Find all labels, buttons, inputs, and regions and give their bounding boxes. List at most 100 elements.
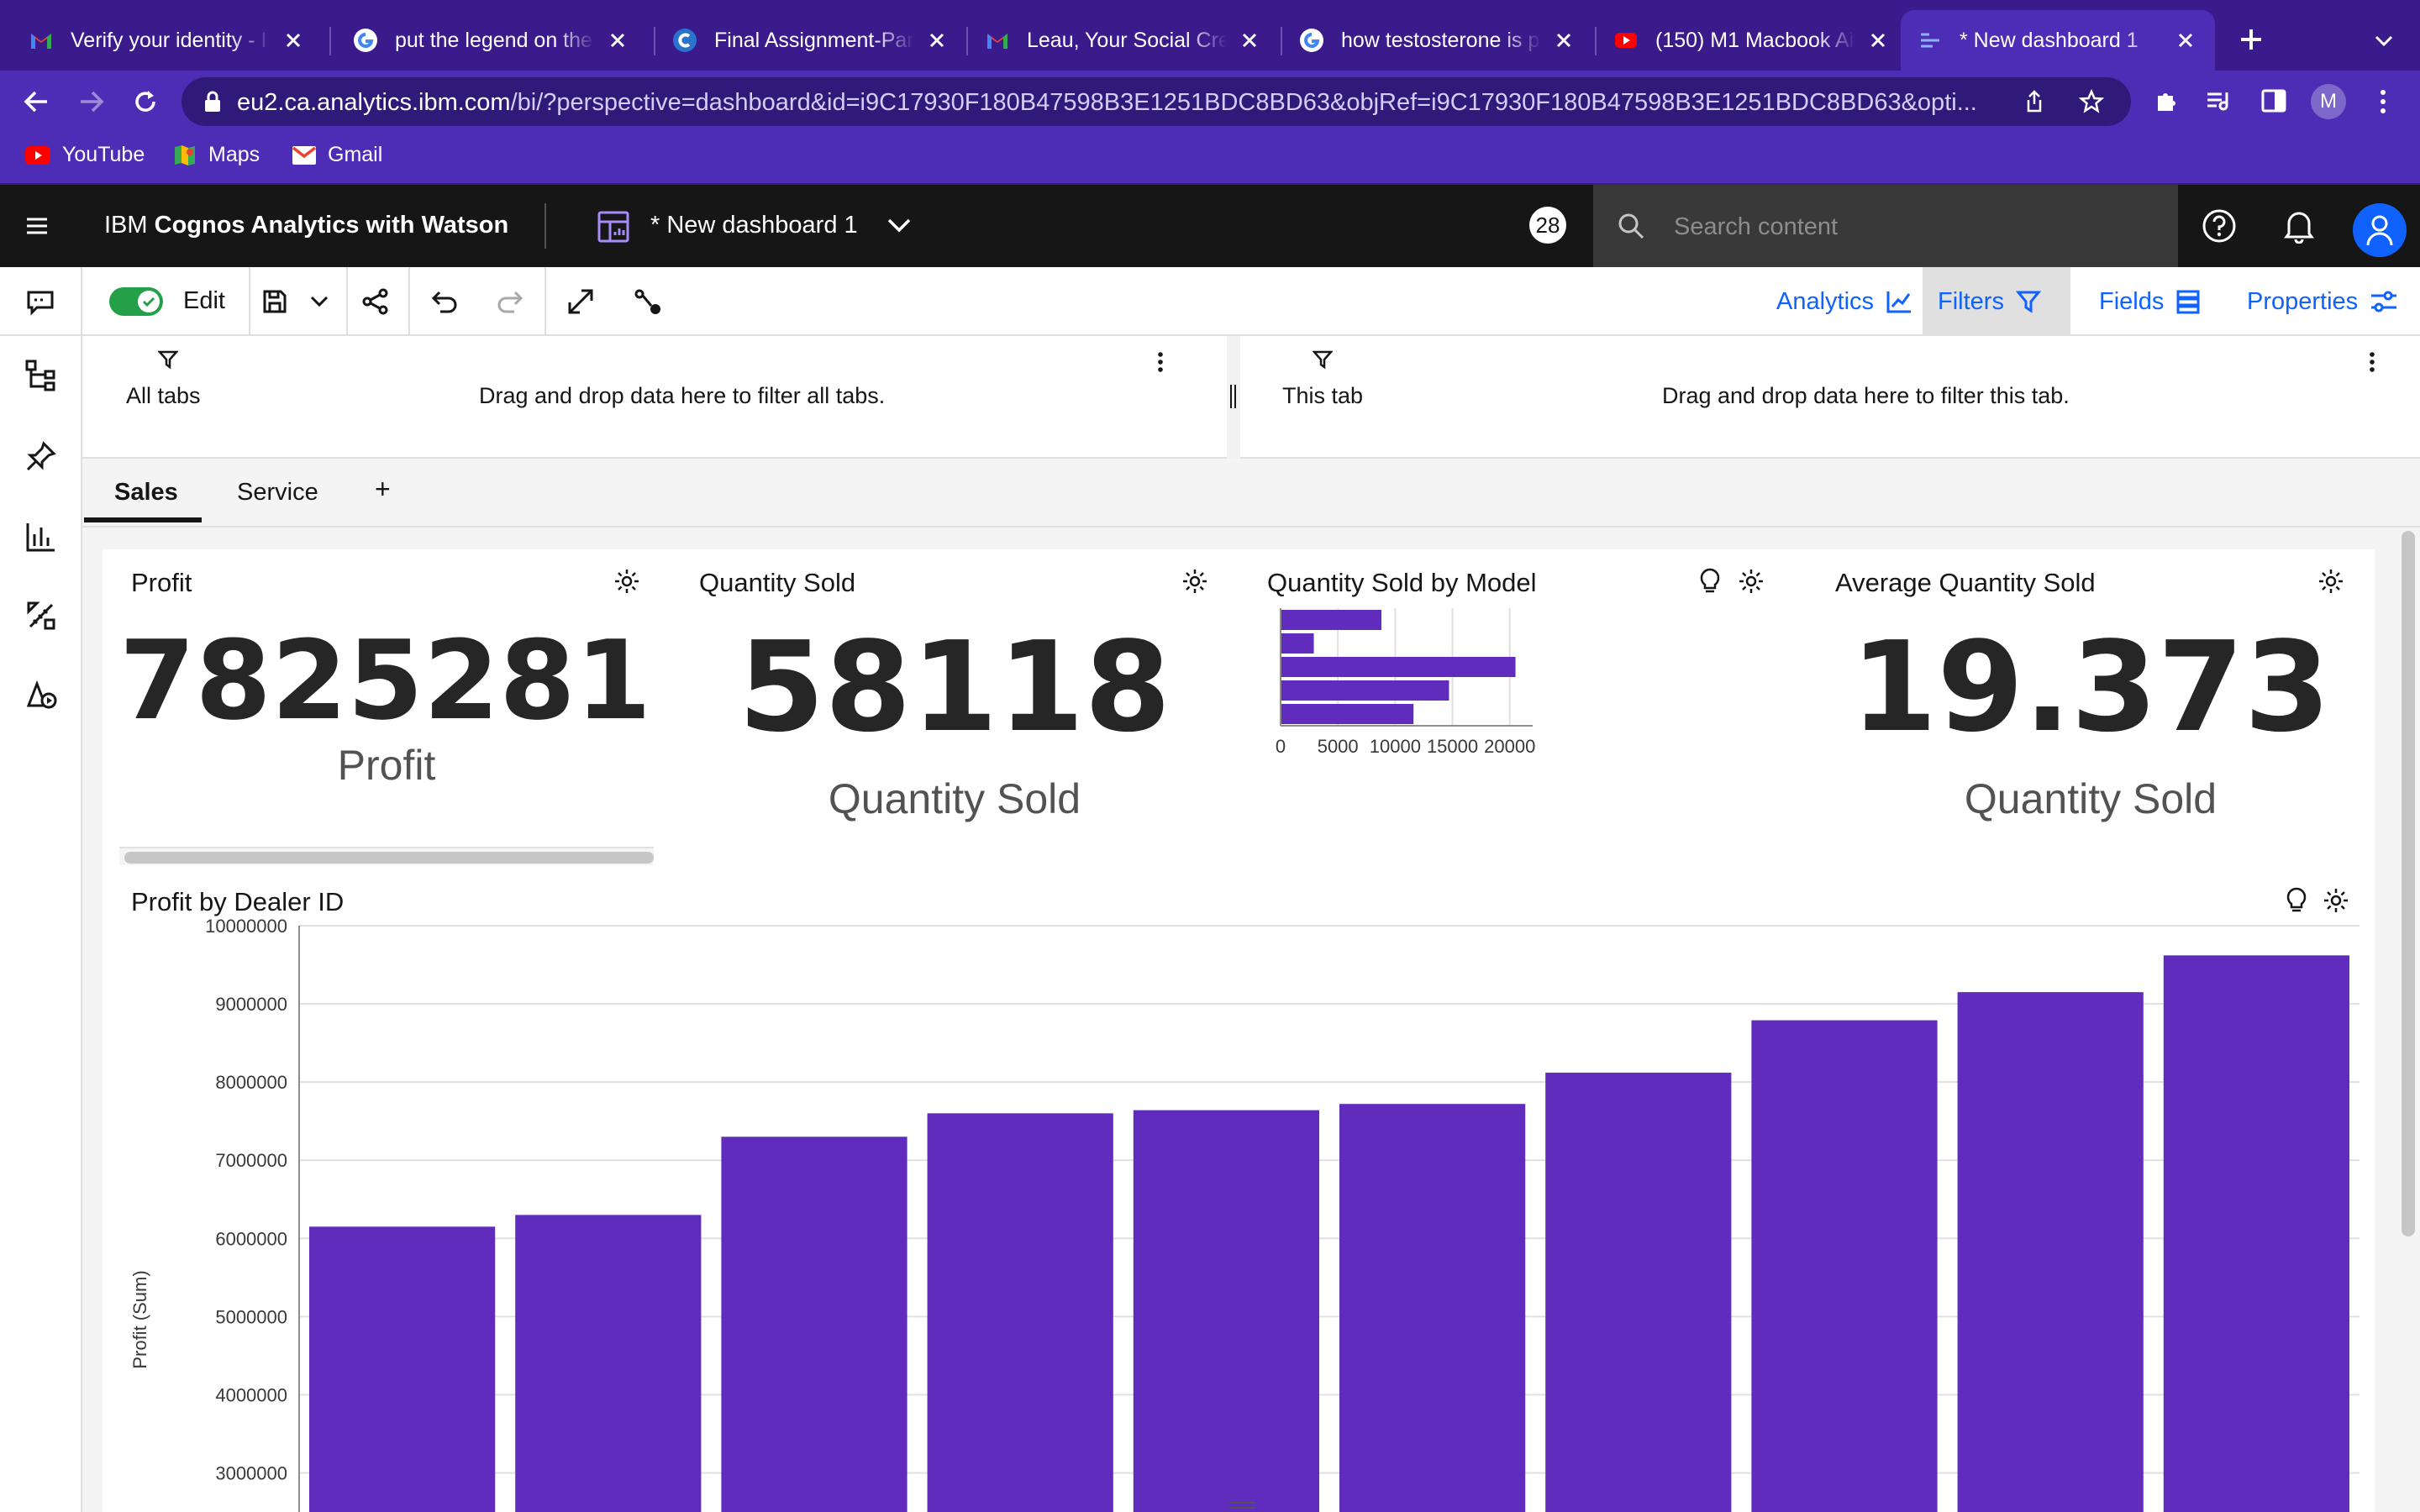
visualization-icon[interactable] — [25, 521, 57, 553]
widget-title: Average Quantity Sold — [1835, 568, 2096, 597]
user-avatar[interactable] — [2353, 203, 2407, 257]
widget-settings-icon[interactable] — [2317, 568, 2344, 595]
insight-bulb-icon[interactable] — [1697, 566, 1723, 595]
filters-button[interactable]: Filters — [1923, 267, 2070, 336]
close-icon[interactable] — [605, 28, 630, 53]
bell-icon[interactable] — [2282, 208, 2316, 244]
bookmark-youtube[interactable]: YouTube — [25, 143, 145, 167]
side-panel-icon[interactable] — [2260, 87, 2287, 114]
analytics-label: Analytics — [1776, 287, 1875, 315]
redo-icon[interactable] — [496, 289, 524, 314]
share-icon[interactable] — [361, 287, 390, 316]
app-name-main: Cognos Analytics with Watson — [154, 212, 509, 239]
profit-by-dealer-chart[interactable]: 3000000 4000000 5000000 6000000 7000000 80000… — [103, 919, 2375, 1512]
reload-icon[interactable] — [131, 87, 160, 116]
edit-toggle[interactable] — [109, 287, 163, 316]
quantity-by-model-widget[interactable]: Quantity Sold by Model 0 5000 10000 15000 20… — [1239, 549, 1807, 869]
media-controls-icon[interactable] — [2205, 87, 2233, 114]
filter-divider[interactable] — [1227, 336, 1240, 459]
more-vert-icon[interactable] — [2375, 87, 2391, 116]
properties-icon — [2371, 291, 2397, 312]
canvas-vertical-scrollbar[interactable] — [2396, 528, 2420, 1512]
browser-tab[interactable]: (150) M1 Macbook Air — [1597, 10, 1907, 71]
all-tabs-drop-zone[interactable]: Drag and drop data here to filter all ta… — [479, 383, 885, 409]
browser-tab-title: * New dashboard 1 — [1960, 28, 2139, 52]
bar — [1751, 1020, 1938, 1512]
fullscreen-icon[interactable] — [566, 287, 595, 316]
chevron-down-icon[interactable] — [309, 294, 329, 309]
url-text[interactable]: eu2.ca.analytics.ibm.com/bi/?perspective… — [237, 89, 2060, 117]
insight-bulb-icon[interactable] — [2284, 885, 2309, 914]
scrollbar-thumb[interactable] — [124, 852, 654, 864]
share-icon[interactable] — [2022, 89, 2047, 114]
tab-service[interactable]: Service — [237, 479, 318, 507]
browser-tab[interactable]: how testosterone is p — [1282, 10, 1593, 71]
menu-icon[interactable] — [25, 215, 49, 237]
fields-button[interactable]: Fields — [2084, 267, 2216, 336]
new-tab-icon[interactable] — [2238, 27, 2264, 52]
notification-count-badge[interactable]: 28 — [1529, 207, 1566, 244]
widget-settings-icon[interactable] — [1181, 568, 1208, 595]
browser-tab[interactable]: Leau, Your Social Cre — [968, 10, 1279, 71]
tab-sales[interactable]: Sales — [114, 479, 178, 507]
close-icon[interactable] — [281, 28, 306, 53]
browser-tab-active[interactable]: * New dashboard 1 — [1901, 10, 2215, 71]
data-tree-icon[interactable] — [25, 360, 57, 391]
coursera-icon — [673, 29, 697, 52]
lock-icon[interactable] — [203, 91, 222, 113]
profit-by-dealer-widget[interactable]: Profit by Dealer ID 3000000 4000000 500000… — [103, 869, 2375, 1512]
browser-tab[interactable]: Final Assignment-Par — [655, 10, 966, 71]
bookmark-gmail[interactable]: Gmail — [292, 143, 382, 167]
star-icon[interactable] — [2079, 89, 2104, 114]
navigation-path-icon[interactable] — [634, 287, 662, 316]
search-input[interactable]: Search content — [1593, 185, 2178, 267]
more-vert-icon[interactable] — [2366, 349, 2378, 375]
close-icon[interactable] — [1551, 28, 1576, 53]
close-icon[interactable] — [924, 28, 950, 53]
forward-icon[interactable] — [77, 87, 106, 116]
this-tab-drop-zone[interactable]: Drag and drop data here to filter this t… — [1662, 383, 2070, 409]
average-quantity-kpi-widget[interactable]: Average Quantity Sold 19.373 Quantity So… — [1807, 549, 2375, 869]
storytelling-icon[interactable] — [25, 677, 59, 711]
resize-handle[interactable] — [1230, 1502, 1255, 1509]
edit-label: Edit — [183, 287, 225, 314]
analytics-button[interactable]: Analytics — [1761, 267, 1928, 336]
properties-button[interactable]: Properties — [2232, 267, 2413, 336]
bookmark-maps[interactable]: Maps — [173, 143, 260, 167]
widget-settings-icon[interactable] — [613, 568, 640, 595]
add-tab-button[interactable]: + — [375, 474, 391, 505]
widget-settings-icon[interactable] — [1738, 568, 1765, 595]
extensions-icon[interactable] — [2153, 87, 2180, 114]
profit-kpi-widget[interactable]: Profit 78252816.25 Profit — [103, 549, 671, 869]
bar — [515, 1215, 702, 1512]
profile-avatar[interactable]: M — [2311, 84, 2346, 119]
widget-title: Profit — [131, 568, 192, 597]
undo-icon[interactable] — [430, 289, 459, 314]
widget-settings-icon[interactable] — [2323, 887, 2349, 914]
help-icon[interactable] — [2202, 208, 2237, 244]
more-vert-icon[interactable] — [1155, 349, 1166, 375]
quantity-by-model-chart[interactable]: 0 5000 10000 15000 20000 — [1239, 600, 1807, 869]
pin-icon[interactable] — [25, 440, 57, 472]
close-icon[interactable] — [2173, 28, 2198, 53]
dashboard-icon — [597, 211, 629, 243]
close-icon[interactable] — [1237, 28, 1262, 53]
widgets-icon[interactable] — [25, 600, 57, 632]
save-icon[interactable] — [262, 289, 287, 314]
dashboard-title[interactable]: * New dashboard 1 — [650, 212, 858, 239]
google-icon — [1300, 29, 1323, 52]
quantity-sold-kpi-widget[interactable]: Quantity Sold 58118 Quantity Sold — [671, 549, 1239, 869]
horizontal-scrollbar[interactable] — [119, 847, 654, 865]
browser-tab[interactable]: Verify your identity - I — [12, 10, 323, 71]
scrollbar-thumb[interactable] — [2402, 531, 2415, 1236]
close-icon[interactable] — [1865, 28, 1891, 53]
back-icon[interactable] — [22, 87, 50, 116]
comment-icon[interactable] — [25, 289, 55, 316]
omnibox[interactable]: eu2.ca.analytics.ibm.com/bi/?perspective… — [182, 77, 2131, 126]
chevron-down-icon[interactable] — [884, 215, 914, 237]
browser-tab[interactable]: put the legend on the — [336, 10, 647, 71]
y-tick-label: 10000000 — [205, 919, 287, 937]
browser-tab-title: put the legend on the — [395, 28, 592, 52]
chevron-down-icon[interactable] — [2371, 29, 2396, 54]
bar — [1281, 610, 1381, 630]
